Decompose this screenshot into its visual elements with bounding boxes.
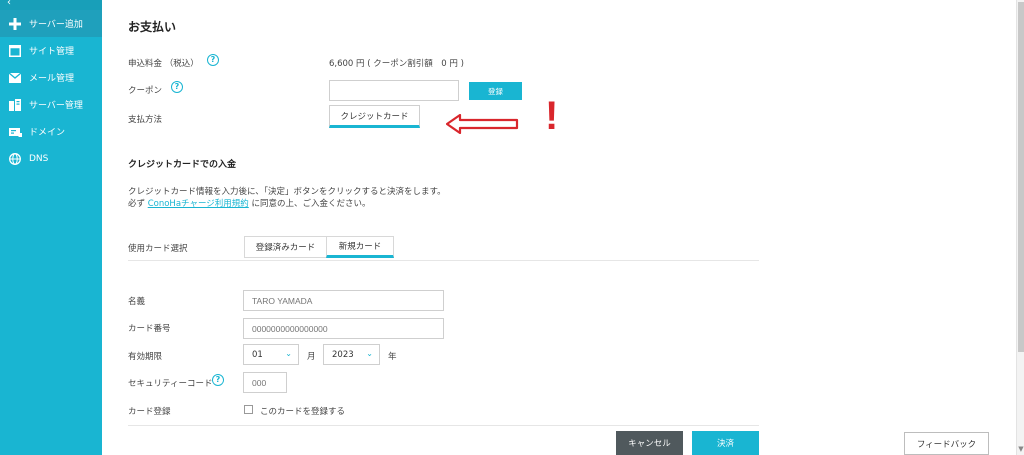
confirm-payment-button[interactable]: 決済	[692, 431, 759, 455]
plus-icon	[8, 17, 22, 31]
page-title: お支払い	[128, 20, 177, 34]
exclamation-annotation: !	[545, 94, 559, 138]
fee-label: 申込料金 （税込）	[128, 59, 199, 69]
globe-icon	[8, 152, 22, 166]
tab-new-card[interactable]: 新規カード	[326, 236, 394, 258]
server-icon	[8, 98, 22, 112]
terms-link[interactable]: ConoHaチャージ利用規約	[148, 199, 249, 209]
expiry-year-select[interactable]: 2023 ⌄	[323, 344, 380, 365]
coupon-register-button[interactable]: 登録	[469, 82, 522, 100]
mail-icon	[8, 71, 22, 85]
sidebar-item-label: サイト管理	[29, 47, 75, 57]
divider	[128, 260, 759, 261]
card-number-label: カード番号	[128, 324, 171, 334]
divider	[128, 425, 759, 426]
register-card-checkbox-label[interactable]: このカードを登録する	[260, 405, 345, 417]
sidebar-item-label: サーバー管理	[29, 101, 83, 111]
register-card-checkbox[interactable]	[244, 405, 253, 414]
payment-method-label: 支払方法	[128, 115, 163, 125]
window-icon	[8, 44, 22, 58]
feedback-button[interactable]: フィードバック	[904, 432, 989, 455]
card-name-input[interactable]	[243, 290, 444, 311]
chevron-down-icon: ⌄	[285, 349, 292, 358]
expiry-year-value: 2023	[332, 349, 354, 360]
coupon-input[interactable]	[329, 80, 459, 101]
domain-icon	[8, 125, 22, 139]
scrollbar-thumb[interactable]	[1018, 2, 1024, 352]
sidebar-item-server-management[interactable]: サーバー管理	[0, 91, 102, 118]
card-register-label: カード登録	[128, 407, 171, 417]
red-arrow-annotation	[446, 114, 519, 134]
card-select-label: 使用カード選択	[128, 244, 188, 254]
credit-description-line1: クレジットカード情報を入力後に、「決定」ボタンをクリックすると決済をします。	[128, 187, 446, 197]
sidebar-item-add-server[interactable]: サーバー追加	[0, 10, 102, 37]
chevron-down-icon: ⌄	[366, 349, 373, 358]
year-unit: 年	[388, 352, 397, 362]
month-unit: 月	[307, 352, 316, 362]
sidebar: ‹ サーバー追加 サイト管理 メール管理 サーバー管理 ドメイン DNS	[0, 0, 102, 455]
chevron-left-icon: ‹	[7, 0, 11, 8]
security-code-input[interactable]	[243, 372, 287, 393]
expiry-month-value: 01	[252, 349, 263, 360]
coupon-label: クーポン	[128, 86, 163, 96]
sidebar-item-label: サーバー追加	[29, 20, 83, 30]
sidebar-item-label: メール管理	[29, 74, 75, 84]
description-prefix: 必ず	[128, 199, 148, 209]
payment-method-credit-card-button[interactable]: クレジットカード	[329, 105, 420, 128]
help-icon[interactable]: ?	[207, 54, 219, 66]
security-code-label: セキュリティーコード	[128, 379, 213, 389]
description-suffix: に同意の上、ご入金ください。	[248, 199, 371, 209]
expiry-label: 有効期限	[128, 352, 163, 362]
scrollbar[interactable]: ▼	[1016, 0, 1024, 455]
expiry-month-select[interactable]: 01 ⌄	[243, 344, 299, 365]
credit-section-heading: クレジットカードでの入金	[128, 160, 237, 170]
fee-value: 6,600 円 ( クーポン割引額 0 円 )	[329, 59, 464, 69]
sidebar-collapse-button[interactable]: ‹	[0, 0, 102, 10]
sidebar-item-label: DNS	[29, 153, 49, 164]
sidebar-item-label: ドメイン	[29, 128, 66, 138]
sidebar-item-site-management[interactable]: サイト管理	[0, 37, 102, 64]
sidebar-item-mail-management[interactable]: メール管理	[0, 64, 102, 91]
credit-description-line2: 必ず ConoHaチャージ利用規約 に同意の上、ご入金ください。	[128, 197, 371, 209]
help-icon[interactable]: ?	[171, 81, 183, 93]
sidebar-item-domain[interactable]: ドメイン	[0, 118, 102, 145]
name-label: 名義	[128, 297, 146, 307]
scroll-down-arrow-icon[interactable]: ▼	[1017, 444, 1024, 454]
cancel-button[interactable]: キャンセル	[616, 431, 683, 455]
help-icon[interactable]: ?	[212, 374, 224, 386]
sidebar-item-dns[interactable]: DNS	[0, 145, 102, 172]
card-number-input[interactable]	[243, 318, 444, 339]
tab-registered-card[interactable]: 登録済みカード	[244, 236, 326, 258]
